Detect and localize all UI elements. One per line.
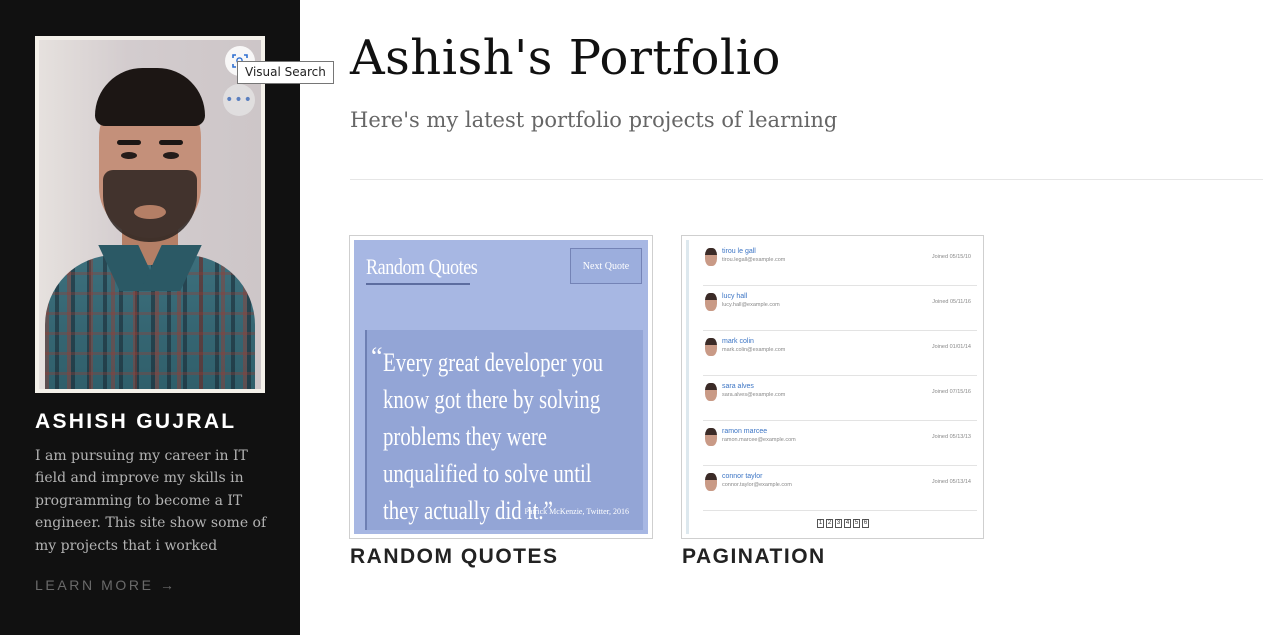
rq-quote-text: Every great developer you know got there… — [383, 348, 604, 525]
rq-quote-box: “ Every great developer you know got the… — [365, 330, 643, 530]
avatar — [705, 293, 717, 311]
list-item: sara alves sara.alves@example.com Joined… — [703, 377, 977, 421]
header-divider — [350, 179, 1263, 180]
profile-name: ASHISH GUJRAL — [35, 410, 237, 433]
page-subtitle: Here's my latest portfolio projects of l… — [350, 108, 838, 132]
pagination-controls: 1 2 3 4 5 6 — [817, 519, 869, 528]
random-quotes-screenshot: Random Quotes Next Quote “ Every great d… — [354, 240, 648, 534]
list-item: connor taylor connor.taylor@example.com … — [703, 467, 977, 511]
pagination-screenshot: tirou le gall tirou.legall@example.com J… — [686, 240, 979, 534]
list-item: tirou le gall tirou.legall@example.com J… — [703, 242, 977, 286]
project-card-pagination[interactable]: tirou le gall tirou.legall@example.com J… — [681, 235, 984, 569]
more-options-button[interactable]: ••• — [223, 84, 255, 116]
avatar — [705, 248, 717, 266]
list-item: mark colin mark.colin@example.com Joined… — [703, 332, 977, 376]
avatar — [705, 338, 717, 356]
avatar — [705, 383, 717, 401]
list-item: ramon marcee ramon.marcee@example.com Jo… — [703, 422, 977, 466]
rq-next-quote-button: Next Quote — [570, 248, 642, 284]
page-title: Ashish's Portfolio — [350, 30, 781, 86]
project-thumbnail[interactable]: tirou le gall tirou.legall@example.com J… — [681, 235, 984, 539]
visual-search-tooltip: Visual Search — [237, 61, 334, 84]
avatar — [705, 428, 717, 446]
project-title[interactable]: PAGINATION — [682, 545, 984, 569]
sidebar: ••• Visual Search ASHISH GUJRAL I am pur… — [0, 0, 334, 635]
avatar — [705, 473, 717, 491]
rq-heading: Random Quotes — [366, 254, 478, 279]
project-title[interactable]: RANDOM QUOTES — [350, 545, 653, 569]
project-thumbnail[interactable]: Random Quotes Next Quote “ Every great d… — [349, 235, 653, 539]
project-card-random-quotes[interactable]: Random Quotes Next Quote “ Every great d… — [349, 235, 653, 569]
quote-mark-icon: “ — [371, 342, 383, 371]
more-dots-icon: ••• — [225, 92, 253, 108]
learn-more-link[interactable]: LEARN MORE → — [35, 577, 177, 593]
list-item: lucy hall lucy.hall@example.com Joined 0… — [703, 287, 977, 331]
profile-bio: I am pursuing my career in IT field and … — [35, 448, 267, 554]
rq-author: Patrick McKenzie, Twitter, 2016 — [524, 507, 630, 516]
